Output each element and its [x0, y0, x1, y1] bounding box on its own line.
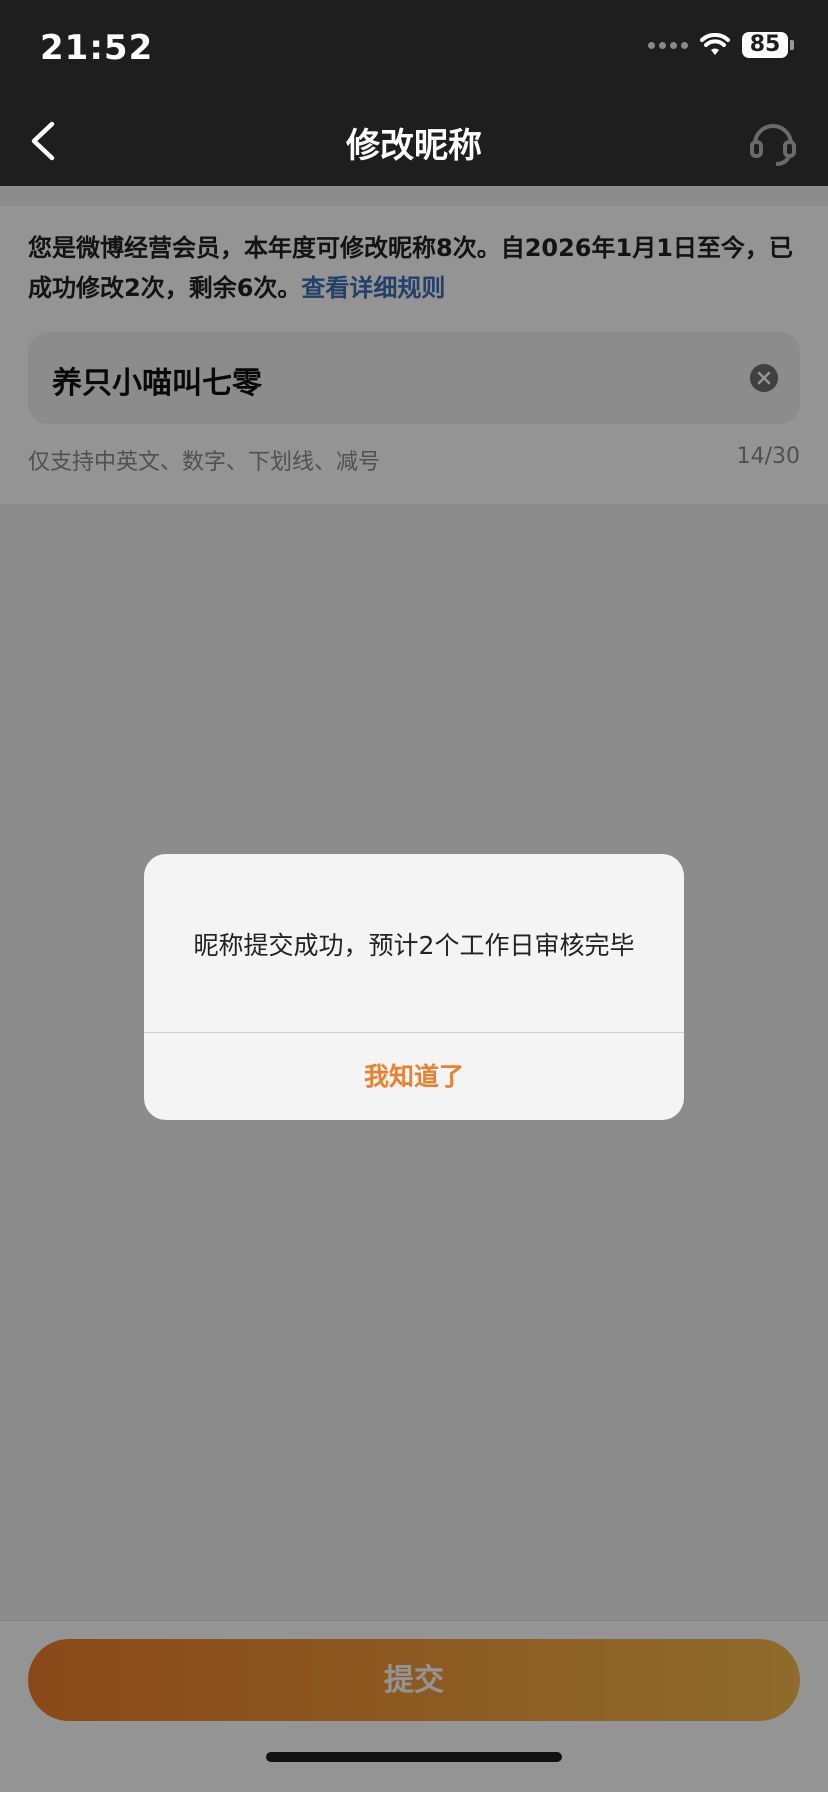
status-bar: 21:52 85	[0, 0, 828, 98]
home-indicator	[266, 1752, 562, 1762]
battery-level: 85	[742, 32, 788, 58]
dialog-confirm-button[interactable]: 我知道了	[144, 1033, 684, 1120]
wifi-icon	[700, 33, 730, 55]
status-time: 21:52	[40, 28, 154, 68]
navigation-bar: 修改昵称	[0, 98, 828, 186]
success-dialog: 昵称提交成功，预计2个工作日审核完毕 我知道了	[144, 854, 684, 1120]
status-indicators: 85	[648, 32, 794, 58]
dialog-message: 昵称提交成功，预计2个工作日审核完毕	[193, 931, 635, 960]
battery-icon: 85	[742, 32, 794, 58]
signal-icon	[648, 41, 688, 49]
page-title: 修改昵称	[346, 126, 482, 166]
headset-icon[interactable]	[746, 114, 800, 168]
